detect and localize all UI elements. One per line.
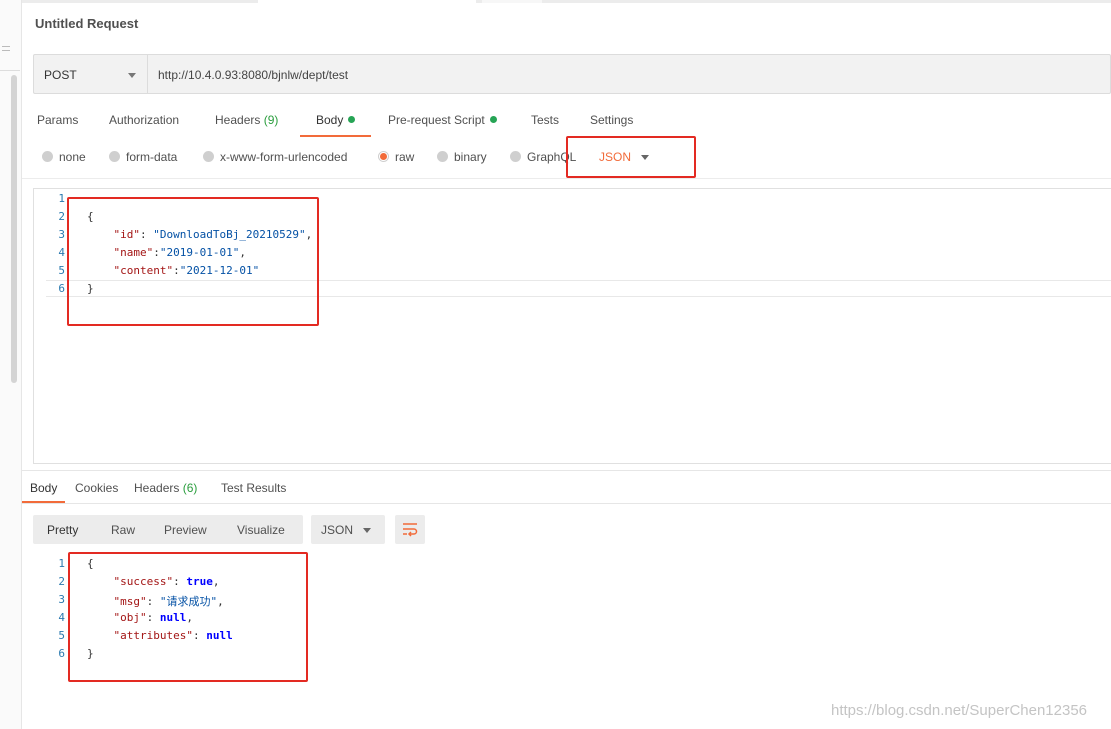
annotation-box-response-body <box>68 552 308 682</box>
radio-form-data[interactable]: form-data <box>109 150 177 164</box>
radio-raw[interactable]: raw <box>378 150 414 164</box>
collapse-icon[interactable] <box>2 46 10 51</box>
gutter-divider <box>0 70 20 71</box>
radio-none[interactable]: none <box>42 150 86 164</box>
tab-response-body[interactable]: Body <box>21 481 66 503</box>
tab-cookies[interactable]: Cookies <box>75 481 118 503</box>
tab-settings[interactable]: Settings <box>590 113 633 137</box>
chevron-down-icon <box>128 73 136 78</box>
radio-x-www-form-urlencoded[interactable]: x-www-form-urlencoded <box>203 150 347 164</box>
view-raw-button[interactable]: Raw <box>111 523 135 537</box>
tab-response-headers[interactable]: Headers (6) <box>134 481 197 503</box>
wrap-lines-icon <box>403 523 418 537</box>
tab-authorization[interactable]: Authorization <box>109 113 179 137</box>
request-title[interactable]: Untitled Request <box>35 16 138 31</box>
radio-icon <box>42 151 53 162</box>
radio-icon <box>109 151 120 162</box>
new-tab[interactable] <box>482 0 542 3</box>
response-view-toggle: Pretty Raw Preview Visualize <box>33 515 303 544</box>
watermark: https://blog.csdn.net/SuperChen12356 <box>831 702 1088 719</box>
url-input[interactable]: http://10.4.0.93:8080/bjnlw/dept/test <box>158 68 758 82</box>
format-label: JSON <box>321 523 354 537</box>
url-bar: POST http://10.4.0.93:8080/bjnlw/dept/te… <box>33 54 1111 94</box>
response-format-select[interactable]: JSON <box>311 515 385 544</box>
scrollbar[interactable] <box>11 75 17 383</box>
view-pretty-button[interactable]: Pretty <box>47 523 78 537</box>
radio-icon <box>510 151 521 162</box>
divider <box>22 503 1111 504</box>
chevron-down-icon <box>363 528 371 533</box>
divider <box>22 178 1111 179</box>
annotation-box-json <box>566 136 696 178</box>
divider <box>22 470 1111 471</box>
tab-params[interactable]: Params <box>37 113 78 137</box>
annotation-box-request-body <box>67 197 319 326</box>
radio-icon <box>203 151 214 162</box>
request-tab-strip <box>22 0 1111 3</box>
view-preview-button[interactable]: Preview <box>164 523 207 537</box>
headers-count: (9) <box>263 113 279 127</box>
tab-tests[interactable]: Tests <box>531 113 559 137</box>
tab-pre-request-script[interactable]: Pre-request Script <box>388 113 497 137</box>
radio-binary[interactable]: binary <box>437 150 487 164</box>
headers-count: (6) <box>182 481 198 495</box>
status-dot <box>348 116 356 123</box>
view-visualize-button[interactable]: Visualize <box>237 523 285 537</box>
method-select[interactable]: POST <box>34 55 148 93</box>
tab-test-results[interactable]: Test Results <box>221 481 286 503</box>
left-gutter <box>0 0 22 729</box>
open-request-tab[interactable] <box>258 0 476 3</box>
tab-headers[interactable]: Headers (9) <box>215 113 278 137</box>
wrap-lines-button[interactable] <box>395 515 425 544</box>
radio-icon <box>437 151 448 162</box>
radio-selected-icon <box>378 151 389 162</box>
tab-body[interactable]: Body <box>299 113 372 137</box>
method-label: POST <box>44 68 77 82</box>
status-dot <box>489 116 497 123</box>
